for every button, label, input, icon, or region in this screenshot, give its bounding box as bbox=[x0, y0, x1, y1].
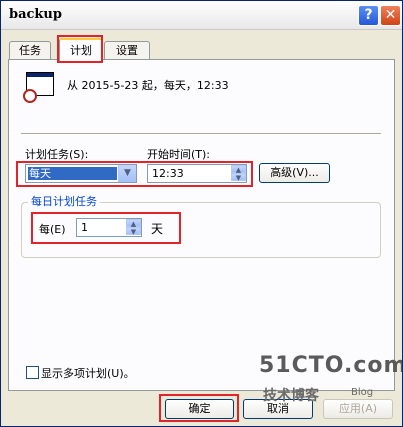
close-button[interactable]: ✕ bbox=[380, 5, 401, 26]
daily-group-title: 每日计划任务 bbox=[28, 193, 100, 209]
tab-highlight-box bbox=[57, 35, 103, 63]
schedule-summary: 从 2015-5-23 起，每天，12:33 bbox=[67, 79, 229, 92]
show-multiple-label[interactable]: 显示多项计划(U)。 bbox=[41, 365, 135, 381]
interval-highlight-box bbox=[31, 212, 181, 244]
scheduled-task-dialog: backup ? ✕ 任务 计划 设置 从 2015-5-23 起，每天，12:… bbox=[0, 0, 403, 427]
schedule-task-label: 计划任务(S): bbox=[25, 148, 89, 161]
ok-highlight-box bbox=[159, 394, 239, 422]
start-time-label: 开始时间(T): bbox=[147, 148, 211, 161]
divider bbox=[21, 133, 381, 135]
title-bar: backup ? ✕ bbox=[1, 1, 402, 30]
help-button[interactable]: ? bbox=[358, 5, 379, 26]
schedule-panel: 从 2015-5-23 起，每天，12:33 计划任务(S): 开始时间(T):… bbox=[8, 59, 395, 391]
watermark-subtitle: 技术博客 bbox=[263, 388, 319, 404]
schedule-highlight-box bbox=[16, 161, 253, 187]
apply-button[interactable]: 应用(A) bbox=[323, 399, 393, 419]
watermark-logo: 51CTO.com bbox=[259, 353, 403, 378]
tab-task[interactable]: 任务 bbox=[9, 41, 51, 60]
tab-settings[interactable]: 设置 bbox=[104, 41, 150, 60]
scheduled-task-icon bbox=[23, 72, 54, 103]
window-title: backup bbox=[9, 7, 62, 22]
clock-icon bbox=[23, 89, 37, 103]
advanced-button[interactable]: 高级(V)... bbox=[259, 163, 330, 183]
watermark-blog: Blog bbox=[351, 387, 374, 398]
show-multiple-checkbox[interactable] bbox=[26, 366, 39, 379]
